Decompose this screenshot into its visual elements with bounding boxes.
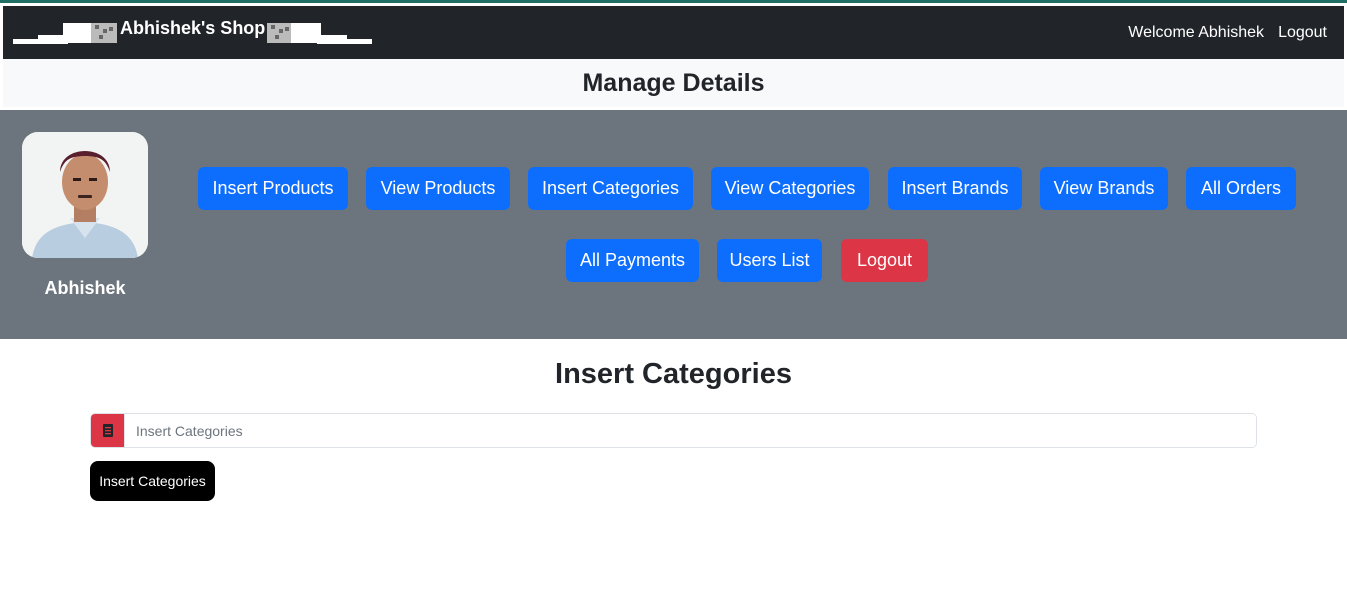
insert-categories-button[interactable]: Insert Categories: [528, 167, 693, 210]
all-payments-button[interactable]: All Payments: [566, 239, 699, 282]
insert-brands-button[interactable]: Insert Brands: [888, 167, 1022, 210]
brand-name: Abhishek's Shop: [120, 18, 266, 38]
navbar: Abhishek's Shop Welcome Abhishek Logout: [3, 6, 1344, 59]
admin-panel: Abhishek Insert Products View Products I…: [0, 110, 1347, 339]
navbar-logout-link[interactable]: Logout: [1278, 24, 1327, 42]
brand[interactable]: Abhishek's Shop: [13, 6, 373, 59]
avatar: [22, 132, 148, 258]
page-title: Manage Details: [582, 68, 765, 97]
top-accent-line: [0, 0, 1347, 3]
view-categories-button[interactable]: View Categories: [711, 167, 869, 210]
brand-left-logo-icon: [13, 22, 117, 44]
users-list-button[interactable]: Users List: [717, 239, 822, 282]
welcome-text: Welcome Abhishek: [1128, 23, 1265, 41]
receipt-icon: [91, 414, 125, 447]
brand-right-logo-icon: [267, 22, 373, 44]
view-products-button[interactable]: View Products: [366, 167, 510, 210]
admin-name: Abhishek: [44, 278, 126, 298]
subheader: Manage Details: [3, 59, 1344, 107]
category-input[interactable]: [125, 414, 1256, 447]
avatar-photo-icon: [22, 132, 148, 258]
view-brands-button[interactable]: View Brands: [1040, 167, 1168, 210]
all-orders-button[interactable]: All Orders: [1186, 167, 1296, 210]
insert-products-button[interactable]: Insert Products: [198, 167, 348, 210]
category-input-group: [90, 413, 1257, 448]
logout-button[interactable]: Logout: [841, 239, 928, 282]
form-title: Insert Categories: [555, 358, 792, 390]
insert-categories-submit-button[interactable]: Insert Categories: [90, 461, 215, 501]
